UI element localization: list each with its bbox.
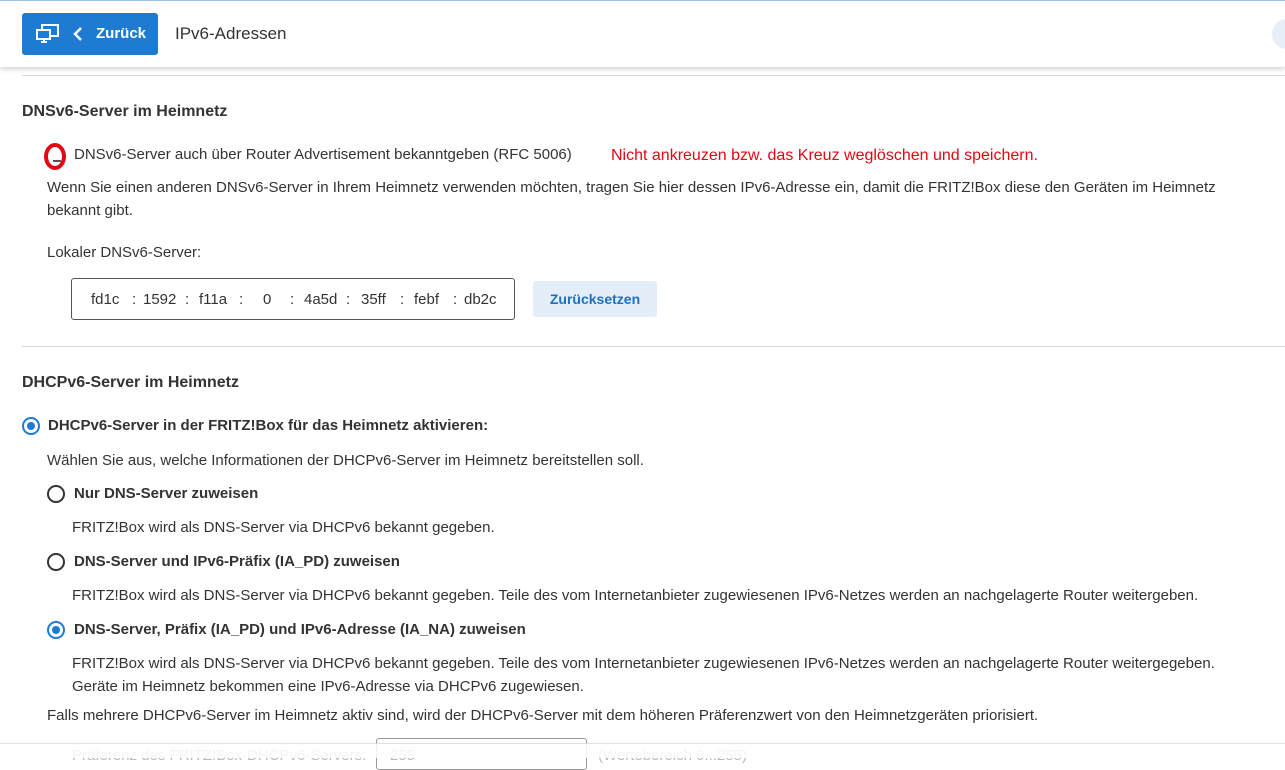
ipv6-segment[interactable]: febf	[414, 291, 439, 308]
dnsv6-ra-checkbox-label: DNSv6-Server auch über Router Advertisem…	[74, 146, 572, 163]
dhcpv6-enable-radio[interactable]	[22, 417, 40, 435]
dhcpv6-heading: DHCPv6-Server im Heimnetz	[22, 374, 239, 391]
ipv6-segment[interactable]: 0	[263, 291, 271, 308]
ipv6-segment[interactable]: 1592	[143, 291, 176, 308]
top-bar: Zurück IPv6-Adressen	[0, 0, 1285, 67]
dnsv6-ra-checkbox[interactable]	[44, 143, 66, 170]
dhcpv6-enable-label: DHCPv6-Server in der FRITZ!Box für das H…	[48, 417, 489, 434]
ipv6-separator: :	[239, 291, 244, 308]
footer-bar	[0, 743, 1285, 758]
dnsv6-description: Wenn Sie einen anderen DNSv6-Server in I…	[47, 179, 1216, 196]
ipv6-separator: :	[185, 291, 190, 308]
option-dns-prefix-address-radio[interactable]	[47, 621, 65, 639]
reset-button[interactable]: Zurücksetzen	[533, 281, 657, 317]
page-title: IPv6-Adressen	[175, 24, 287, 43]
ipv6-separator: :	[290, 291, 295, 308]
option-dns-prefix-radio[interactable]	[47, 553, 65, 571]
ipv6-segment[interactable]: f11a	[199, 291, 227, 308]
option-dns-prefix-address-label: DNS-Server, Präfix (IA_PD) und IPv6-Adre…	[74, 621, 526, 638]
ipv6-separator: :	[132, 291, 137, 308]
option-dns-prefix-desc: FRITZ!Box wird als DNS-Server via DHCPv6…	[72, 587, 1199, 604]
dhcpv6-choose-text: Wählen Sie aus, welche Informationen der…	[47, 452, 644, 469]
local-dnsv6-label: Lokaler DNSv6-Server:	[47, 244, 202, 261]
option-dns-prefix-address-desc: FRITZ!Box wird als DNS-Server via DHCPv6…	[72, 655, 1215, 672]
divider	[22, 346, 1285, 347]
ipv6-segment[interactable]: 35ff	[361, 291, 386, 308]
option-dns-only-label: Nur DNS-Server zuweisen	[74, 485, 259, 502]
chevron-left-icon	[73, 27, 82, 41]
ipv6-address-input[interactable]: fd1c : 1592 : f11a : 0 : 4a5d : 35ff : f…	[71, 278, 515, 320]
ipv6-segment[interactable]: 4a5d	[304, 291, 337, 308]
devices-icon	[36, 24, 59, 43]
ipv6-separator: :	[400, 291, 405, 308]
option-dns-only-radio[interactable]	[47, 485, 65, 503]
annotation-note: Nicht ankreuzen bzw. das Kreuz weglösche…	[611, 147, 1038, 164]
divider	[22, 75, 1285, 76]
option-dns-prefix-address-desc-cont: Geräte im Heimnetz bekommen eine IPv6-Ad…	[72, 678, 584, 695]
back-button-label: Zurück	[96, 25, 147, 42]
ipv6-separator: :	[346, 291, 351, 308]
ipv6-separator: :	[453, 291, 458, 308]
ipv6-segment[interactable]: fd1c	[91, 291, 119, 308]
help-button[interactable]	[1272, 19, 1285, 49]
option-dns-prefix-label: DNS-Server und IPv6-Präfix (IA_PD) zuwei…	[74, 553, 400, 570]
dhcpv6-priority-text: Falls mehrere DHCPv6-Server im Heimnetz …	[47, 707, 1039, 724]
dnsv6-heading: DNSv6-Server im Heimnetz	[22, 103, 228, 120]
option-dns-only-desc: FRITZ!Box wird als DNS-Server via DHCPv6…	[72, 519, 495, 536]
back-button[interactable]: Zurück	[22, 13, 158, 55]
dnsv6-description-cont: bekannt gibt.	[47, 202, 133, 219]
ipv6-segment[interactable]: db2c	[464, 291, 497, 308]
